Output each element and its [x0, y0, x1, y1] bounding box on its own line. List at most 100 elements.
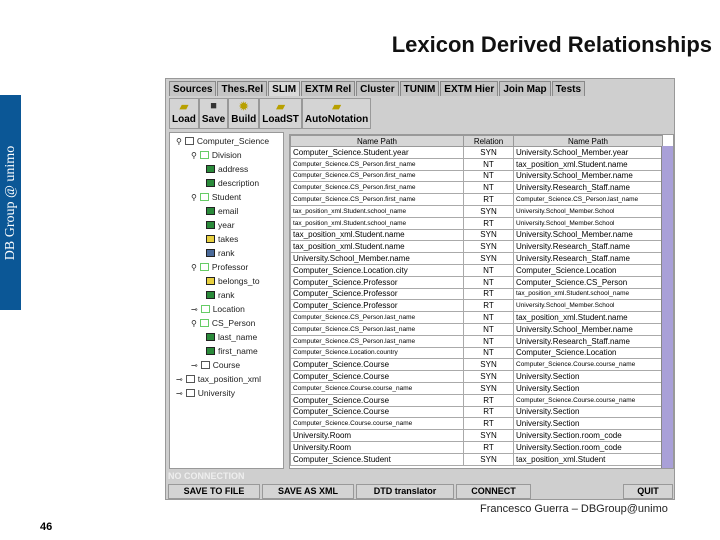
tab-cluster[interactable]: Cluster [356, 81, 399, 96]
table-row[interactable]: Computer_Science.CS_Person.first_name RT C… [290, 193, 663, 206]
tab-extm-hier[interactable]: EXTM Hier [440, 81, 499, 96]
tree-node[interactable]: first_name [206, 346, 258, 356]
table-row[interactable]: Computer_Science.Professor NT Computer_Sci… [290, 275, 663, 289]
node-icon [199, 193, 209, 201]
table-row[interactable]: tax_position_xml.Student.name SYN Universi… [290, 240, 663, 254]
tree-node[interactable]: takes [206, 234, 238, 244]
tab-tests[interactable]: Tests [551, 81, 586, 96]
table-row[interactable]: Computer_Science.Course SYN University.Sec… [290, 370, 663, 383]
tree-node[interactable]: ⊸ Location [191, 304, 245, 314]
table-row[interactable]: Computer_Science.CS_Person.first_name NT U… [290, 181, 663, 195]
table-row[interactable]: Computer_Science.Professor RT University.S… [290, 299, 663, 313]
tree-node[interactable]: ⊸ University [176, 388, 235, 398]
target-path-cell: University.Section.room_code [513, 440, 663, 454]
col-header-name-path-2[interactable]: Name Path [513, 135, 663, 147]
save-icon: ■ [210, 100, 217, 112]
load-button[interactable]: ▰ Load [169, 98, 199, 129]
source-path-cell: Computer_Science.CS_Person.last_name [290, 334, 464, 348]
table-row[interactable]: tax_position_xml.Student.school_name RT Un… [290, 216, 663, 230]
table-row[interactable]: Computer_Science.Course.course_name RT Uni… [290, 417, 663, 431]
table-row[interactable]: Computer_Science.Course.course_name SYN Un… [290, 381, 663, 395]
tab-tunim[interactable]: TUNIM [399, 81, 440, 96]
target-path-cell: tax_position_xml.Student.name [513, 157, 663, 171]
col-header-name-path-1[interactable]: Name Path [290, 135, 464, 147]
table-row[interactable]: Computer_Science.Course RT University.Sect… [290, 405, 663, 419]
quit-button[interactable]: QUIT [623, 484, 673, 499]
expand-handle-icon[interactable]: ⚲ [191, 319, 197, 328]
tree-node[interactable]: ⚲ Professor [191, 262, 248, 272]
tree-node[interactable]: ⚲ Computer_Science [176, 136, 269, 146]
tree-node[interactable]: ⚲ Student [191, 192, 241, 202]
table-row[interactable]: Computer_Science.CS_Person.last_name NT ta… [290, 311, 663, 324]
table-row[interactable]: University.School_Member.name SYN Universi… [290, 252, 663, 265]
connect-button[interactable]: CONNECT [456, 484, 531, 499]
tree-node[interactable]: ⚲ CS_Person [191, 318, 255, 328]
table-row[interactable]: Computer_Science.CS_Person.first_name NT U… [290, 169, 663, 183]
table-row[interactable]: Computer_Science.Course SYN Computer_Scien… [290, 358, 663, 372]
schema-tree[interactable]: ⚲ Computer_Science ⚲ Division address descrip… [169, 132, 284, 469]
save-button[interactable]: ■ Save [198, 98, 229, 129]
table-row[interactable]: Computer_Science.Location.country NT Compu… [290, 346, 663, 360]
table-row[interactable]: Computer_Science.Course RT Computer_Scienc… [290, 393, 663, 407]
table-row[interactable]: University.Room SYN University.Section.roo… [290, 429, 663, 442]
table-row[interactable]: tax_position_xml.Student.school_name SYN U… [290, 204, 663, 218]
loadst-button[interactable]: ▰ LoadST [259, 98, 302, 129]
node-icon [206, 235, 215, 243]
tree-node[interactable]: description [206, 178, 259, 188]
tree-node[interactable]: rank [206, 248, 235, 258]
target-path-cell: Computer_Science.CS_Person [513, 275, 663, 289]
expand-handle-icon[interactable]: ⊸ [191, 305, 198, 314]
tree-node[interactable]: address [206, 164, 248, 174]
tab-sources[interactable]: Sources [169, 81, 217, 96]
tab-join-map[interactable]: Join Map [499, 81, 551, 96]
dtd-translator-button[interactable]: DTD translator [356, 484, 454, 499]
expand-handle-icon[interactable]: ⊸ [191, 361, 198, 370]
autonotation-button[interactable]: ▰ AutoNotation [301, 98, 372, 129]
tree-node[interactable]: last_name [206, 332, 257, 342]
footer-author: Francesco Guerra – DBGroup@unimo [480, 503, 668, 515]
relation-cell: NT [463, 157, 514, 171]
tree-node[interactable]: belongs_to [206, 276, 260, 286]
table-row[interactable]: Computer_Science.Student.year SYN Universi… [290, 146, 663, 159]
target-path-cell: University.Section [513, 370, 663, 383]
tab-slim[interactable]: SLIM [268, 81, 301, 96]
col-header-relation[interactable]: Relation [463, 135, 514, 147]
table-row[interactable]: Computer_Science.Professor RT tax_position… [290, 287, 663, 301]
table-row[interactable]: Computer_Science.Location.city NT Computer… [290, 263, 663, 277]
tree-node[interactable]: rank [206, 290, 235, 300]
table-row[interactable]: Computer_Science.Student SYN tax_position_… [290, 452, 663, 466]
tree-node-label: University [197, 388, 236, 398]
target-path-cell: University.School_Member.School [513, 204, 663, 218]
tree-node-label: year [218, 220, 235, 230]
target-path-cell: University.School_Member.year [513, 146, 663, 159]
table-row[interactable]: tax_position_xml.Student.name SYN Universi… [290, 228, 663, 242]
save-as-xml-button[interactable]: SAVE AS XML [262, 484, 354, 499]
expand-handle-icon[interactable]: ⊸ [176, 389, 183, 398]
target-path-cell: University.School_Member.School [513, 216, 663, 230]
table-row[interactable]: Computer_Science.CS_Person.first_name NT t… [290, 157, 663, 171]
table-row[interactable]: Computer_Science.CS_Person.last_name NT Un… [290, 334, 663, 348]
table-row[interactable]: University.Room RT University.Section.room… [290, 440, 663, 454]
expand-handle-icon[interactable]: ⚲ [191, 151, 197, 160]
tree-node[interactable]: email [206, 206, 238, 216]
expand-handle-icon[interactable]: ⚲ [176, 137, 182, 146]
tree-node[interactable]: ⚲ Division [191, 150, 242, 160]
source-path-cell: Computer_Science.CS_Person.last_name [290, 322, 464, 336]
source-path-cell: Computer_Science.Course.course_name [290, 381, 464, 395]
tree-node-label: tax_position_xml [197, 374, 262, 384]
tab-thes-rel[interactable]: Thes.Rel [217, 81, 268, 96]
expand-handle-icon[interactable]: ⊸ [176, 375, 183, 384]
build-button[interactable]: ✹ Build [228, 98, 260, 129]
relation-cell: SYN [463, 240, 514, 254]
vertical-scrollbar[interactable] [661, 146, 673, 468]
save-to-file-button[interactable]: SAVE TO FILE [168, 484, 260, 499]
expand-handle-icon[interactable]: ⚲ [191, 193, 197, 202]
node-icon [206, 291, 215, 299]
node-icon [199, 151, 209, 159]
expand-handle-icon[interactable]: ⚲ [191, 263, 197, 272]
tree-node[interactable]: ⊸ Course [191, 360, 240, 370]
tab-extm-rel[interactable]: EXTM Rel [301, 81, 356, 96]
table-row[interactable]: Computer_Science.CS_Person.last_name NT Un… [290, 322, 663, 336]
tree-node[interactable]: ⊸ tax_position_xml [176, 374, 261, 384]
tree-node[interactable]: year [206, 220, 235, 230]
